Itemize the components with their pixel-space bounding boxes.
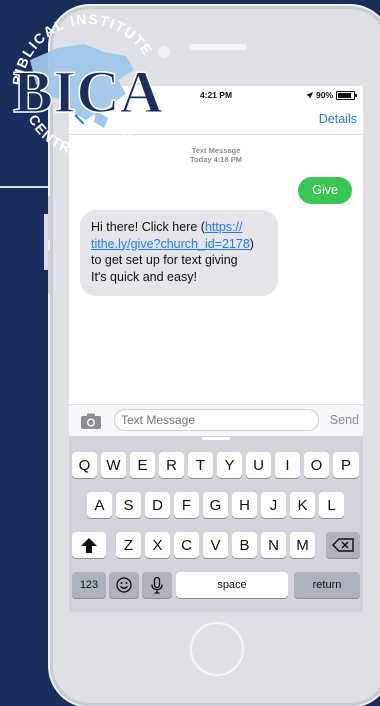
message-composer: Send (69, 404, 363, 437)
battery-icon (336, 90, 357, 100)
space-key[interactable]: space (176, 572, 288, 598)
key-z[interactable]: Z (116, 532, 141, 558)
key-n[interactable]: N (261, 532, 286, 558)
logo-monogram: BICA (13, 59, 163, 125)
backspace-icon (332, 538, 354, 552)
numbers-key[interactable]: 123 (72, 572, 106, 598)
keyboard-row-2: A S D F G H J K L (69, 492, 363, 518)
incoming-message-bubble: Hi there! Click here (https:// tithe.ly/… (80, 210, 278, 296)
volume-down-button[interactable] (48, 250, 51, 294)
key-w[interactable]: W (101, 452, 126, 478)
dictation-key[interactable] (142, 572, 172, 598)
speaker-grille (189, 44, 247, 50)
key-r[interactable]: R (159, 452, 184, 478)
key-m[interactable]: M (290, 532, 315, 558)
emoji-key[interactable] (109, 572, 139, 598)
volume-up-button[interactable] (48, 196, 51, 240)
key-l[interactable]: L (319, 492, 344, 518)
key-d[interactable]: D (145, 492, 170, 518)
key-y[interactable]: Y (217, 452, 242, 478)
message-text: It's quick and easy! (91, 269, 197, 284)
key-s[interactable]: S (116, 492, 141, 518)
key-u[interactable]: U (246, 452, 271, 478)
key-e[interactable]: E (130, 452, 155, 478)
location-arrow-icon (305, 91, 313, 99)
key-x[interactable]: X (145, 532, 170, 558)
shift-arrow-icon (81, 537, 97, 553)
message-text: to get set up for text giving (91, 253, 238, 267)
bica-logo: BIBLICAL INSTITUTE CENTRAL AMERICA OF BI… (9, 11, 172, 159)
key-p[interactable]: P (333, 452, 359, 478)
return-key[interactable]: return (294, 572, 360, 598)
battery-percent: 90% (315, 90, 333, 100)
key-q[interactable]: Q (72, 452, 97, 478)
key-c[interactable]: C (174, 532, 199, 558)
key-g[interactable]: G (203, 492, 228, 518)
keyboard-row-1: Q W E R T Y U I O P (69, 452, 363, 478)
key-i[interactable]: I (275, 452, 300, 478)
camera-icon[interactable] (81, 413, 101, 429)
key-o[interactable]: O (304, 452, 329, 478)
giving-link[interactable]: https:// (205, 220, 243, 234)
keyboard-row-3: Z X C V B N M (69, 532, 363, 558)
shift-key[interactable] (72, 532, 106, 558)
emoji-icon (116, 577, 132, 593)
message-input[interactable] (114, 409, 319, 431)
key-f[interactable]: F (174, 492, 199, 518)
keyboard-handle (202, 437, 230, 440)
message-time-label: Today 4:18 PM (190, 155, 242, 164)
key-t[interactable]: T (188, 452, 213, 478)
message-type-label: Text Message (191, 146, 241, 155)
status-indicators: 90% (305, 90, 357, 100)
send-button[interactable]: Send (330, 413, 359, 427)
key-v[interactable]: V (203, 532, 228, 558)
key-j[interactable]: J (261, 492, 286, 518)
giving-link-continued[interactable]: tithe.ly/give?church_id=2178 (91, 237, 250, 251)
delete-key[interactable] (326, 532, 360, 558)
keyboard-row-4: 123 space return (69, 572, 363, 598)
key-a[interactable]: A (87, 492, 112, 518)
message-text: ) (249, 236, 254, 251)
outgoing-message-bubble: Give (298, 177, 352, 204)
key-b[interactable]: B (232, 532, 257, 558)
home-button[interactable] (190, 622, 244, 676)
key-k[interactable]: K (290, 492, 315, 518)
details-button[interactable]: Details (319, 112, 357, 126)
microphone-icon (151, 576, 163, 594)
message-text: Hi there! Click here ( (91, 220, 205, 234)
key-h[interactable]: H (232, 492, 257, 518)
keyboard: Q W E R T Y U I O P A S D F G H J K L Z (69, 436, 363, 612)
